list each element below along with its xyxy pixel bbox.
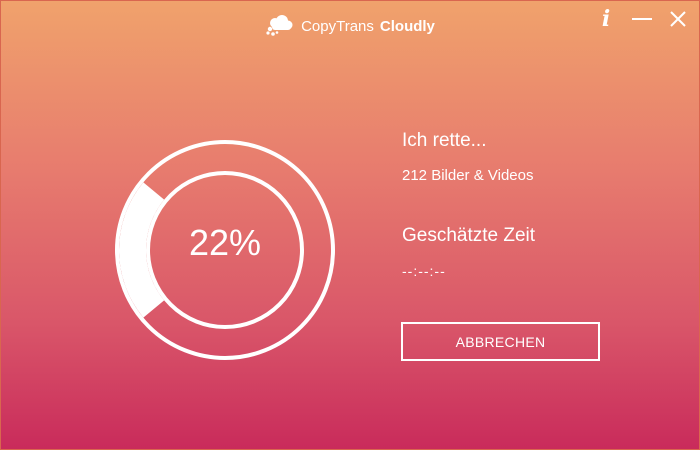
brand-name-bold: Cloudly — [379, 17, 435, 35]
app-window: CopyTrans Cloudly i 22% Ich rette... 212… — [0, 0, 700, 450]
time-value: --:--:-- — [402, 263, 446, 279]
minimize-icon — [632, 18, 652, 20]
cloud-logo-icon — [266, 15, 293, 36]
minimize-button[interactable] — [627, 7, 657, 31]
progress-ring: 22% — [105, 138, 345, 362]
progress-percent: 22% — [188, 222, 262, 263]
status-heading: Ich rette... — [402, 130, 487, 151]
status-item-count: 212 Bilder & Videos — [402, 167, 534, 184]
brand-name: CopyTrans — [301, 17, 374, 35]
time-heading: Geschätzte Zeit — [402, 225, 536, 246]
title-bar[interactable]: CopyTrans Cloudly i — [1, 1, 699, 53]
close-icon — [670, 11, 686, 27]
cancel-button[interactable]: ABBRECHEN — [401, 322, 600, 361]
info-icon: i — [601, 6, 611, 32]
close-button[interactable] — [663, 7, 693, 31]
info-button[interactable]: i — [591, 7, 621, 31]
window-controls: i — [591, 7, 693, 31]
